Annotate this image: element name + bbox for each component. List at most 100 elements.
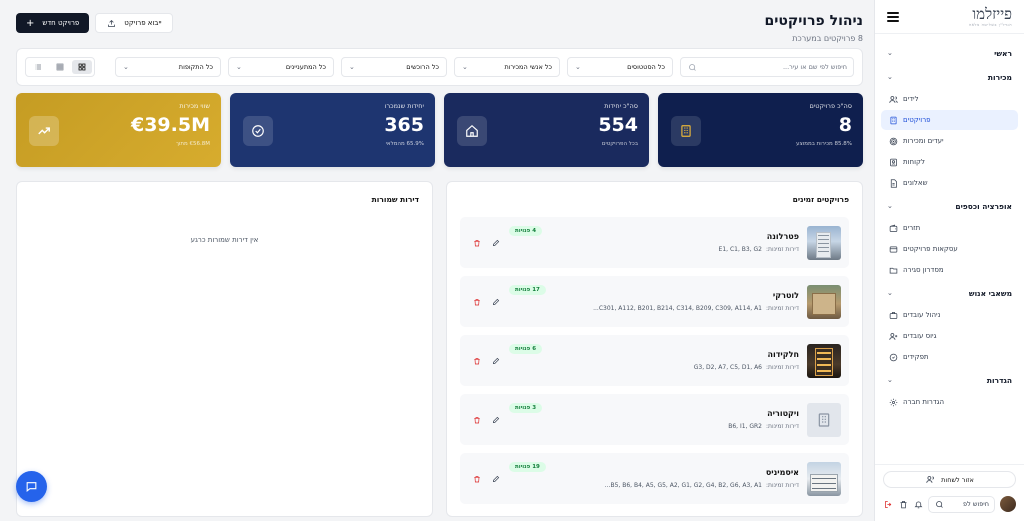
sidebar-item-employees[interactable]: ניהול עובדים [881,305,1018,325]
row-actions [472,238,501,248]
trash-icon[interactable] [472,356,482,366]
new-project-button[interactable]: פרויקט חדש + [16,13,90,33]
deal-icon [889,245,898,254]
list-item[interactable]: לוטרקי דירות זמינות:C301, A112, B201, B2… [460,276,849,327]
empty-state: אין דירות שמורות כרגע [190,236,259,244]
status-badge: 19 פנויות [509,462,546,472]
list-item[interactable]: חלקידוה דירות זמינות:G3, D2, A7, C5, D1,… [460,335,849,386]
edit-icon[interactable] [491,474,501,484]
project-units: דירות זמינות:B6, I1, GR2 [728,423,799,430]
edit-icon[interactable] [491,356,501,366]
chevron-down-icon: ⌄ [462,63,468,71]
status-badge: 3 פנויות [509,403,543,413]
hamburger-menu-icon[interactable] [887,11,899,22]
panels: פרויקטים זמינים פטרלונה דירות זמינות:E1,… [16,181,863,517]
edit-icon[interactable] [491,238,501,248]
row-actions [472,297,501,307]
sidebar-item-targets[interactable]: יעדים ומכירות [881,131,1018,151]
buyers-filter-select[interactable]: כל הרוכשים ⌄ [341,57,447,77]
nav-group-operations[interactable]: אופרציה וכספים ⌄ [881,195,1018,217]
trash-icon[interactable] [472,297,482,307]
users-icon [889,95,898,104]
sidebar: פייזלמו הנדל"ן בשליטה מלאה ראשי ⌄ מכירות ⌄… [874,0,1024,521]
target-icon [889,137,898,146]
period-filter-select[interactable]: כל התקופות ⌄ [115,57,221,77]
interested-filter-select[interactable]: כל המתעניינים ⌄ [228,57,334,77]
app-root: פייזלמו הנדל"ן בשליטה מלאה ראשי ⌄ מכירות ⌄… [0,0,1024,521]
sidebar-item-roles[interactable]: תפקידים [881,347,1018,367]
avatar[interactable] [1000,496,1016,512]
page-header: ניהול פרויקטים 8 פרויקטים במערכת פרויקט … [16,0,863,48]
page-title: ניהול פרויקטים [764,13,864,29]
trash-icon[interactable] [472,238,482,248]
status-badge: 4 פנויות [509,226,543,236]
chevron-down-icon: ⌄ [887,202,893,210]
row-actions [472,415,501,425]
available-projects-panel: פרויקטים זמינים פטרלונה דירות זמינות:E1,… [446,181,863,517]
project-name: חלקידוה [767,350,799,359]
user-add-icon [889,332,898,341]
logout-zone-button[interactable]: אזור לשחות [883,471,1016,488]
stat-card-sold-units: יחידות שנמכרו 365 65.9% מהמלאי [230,93,435,167]
sidebar-item-project-deals[interactable]: עסקאות פרויקטים [881,239,1018,259]
edit-icon[interactable] [491,415,501,425]
upload-icon [106,18,116,28]
list-view-icon[interactable] [28,60,48,74]
project-name: לוטרקי [772,291,799,300]
nav-group-main[interactable]: ראשי ⌄ [881,42,1018,64]
list-item[interactable]: פטרלונה דירות זמינות:E1, C1, B3, G2 4 פנ… [460,217,849,268]
user-search[interactable]: חיפוש לפ [928,495,995,513]
trash-icon[interactable] [898,499,908,509]
nav-group-hr[interactable]: משאבי אנוש ⌄ [881,282,1018,304]
wallet-icon [889,224,898,233]
main-content: ניהול פרויקטים 8 פרויקטים במערכת פרויקט … [0,0,874,521]
sidebar-item-leads[interactable]: לידים [881,89,1018,109]
user-row: חיפוש לפ [883,495,1016,513]
saved-apartments-panel: דירות שמורות אין דירות שמורות כרגע [16,181,433,517]
trash-icon[interactable] [472,415,482,425]
building-icon [818,412,830,427]
chevron-down-icon: ⌄ [575,63,581,71]
grid-view-icon[interactable] [50,60,70,74]
salespeople-filter-select[interactable]: כל אנשי המכירות ⌄ [454,57,560,77]
sidebar-header: פייזלמו הנדל"ן בשליטה מלאה [875,0,1024,34]
panel-title: פרויקטים זמינים [792,195,849,204]
sidebar-item-closing[interactable]: מסדרון סגירה [881,260,1018,280]
edit-icon[interactable] [491,297,501,307]
project-name: ויקטוריה [767,409,799,418]
list-item[interactable]: ויקטוריה דירות זמינות:B6, I1, GR2 3 פנוי… [460,394,849,445]
document-icon [889,178,898,188]
sidebar-nav: ראשי ⌄ מכירות ⌄ לידים פרויקטים יעדים ומכיר… [875,34,1024,412]
logo[interactable]: פייזלמו הנדל"ן בשליטה מלאה [968,6,1012,27]
sidebar-item-cashflow[interactable]: תזרים [881,218,1018,238]
list-item[interactable]: איסמיניס דירות זמינות:B5, B6, B4, A5, G5… [460,453,849,504]
project-units: דירות זמינות:B5, B6, B4, A5, G5, A2, G1,… [604,482,799,489]
sidebar-item-customers[interactable]: לקוחות [881,152,1018,172]
dashboard-view-icon[interactable] [72,60,92,74]
project-info: חלקידוה דירות זמינות:G3, D2, A7, C5, D1,… [550,350,799,371]
sidebar-item-recruitment[interactable]: גיוס עובדים [881,326,1018,346]
row-actions [472,356,501,366]
nav-group-sales[interactable]: מכירות ⌄ [881,66,1018,88]
trending-up-icon [29,116,59,146]
folder-icon [889,266,898,275]
contact-icon [889,158,898,167]
user-group-icon [925,475,935,485]
search-icon [934,499,944,509]
logout-icon[interactable] [883,499,893,509]
nav-group-settings[interactable]: הגדרות ⌄ [881,369,1018,391]
chat-button[interactable] [16,471,47,502]
status-filter-select[interactable]: כל הסטטוסים ⌄ [567,57,673,77]
import-project-button[interactable]: ייבוא פרויקט [95,13,173,33]
bell-icon[interactable] [913,499,923,509]
roles-icon [889,353,898,362]
search-input[interactable]: חיפוש לפי שם או עיר... [680,57,854,77]
logo-tagline: הנדל"ן בשליטה מלאה [968,21,1012,27]
chevron-down-icon: ⌄ [123,63,129,71]
sidebar-item-questionnaires[interactable]: שאלונים [881,173,1018,193]
sidebar-item-projects[interactable]: פרויקטים [881,110,1018,130]
project-units: דירות זמינות:C301, A112, B201, B214, C31… [593,305,799,312]
trash-icon[interactable] [472,474,482,484]
check-circle-icon [243,116,273,146]
sidebar-item-company-settings[interactable]: הגדרות חברה [881,392,1018,412]
